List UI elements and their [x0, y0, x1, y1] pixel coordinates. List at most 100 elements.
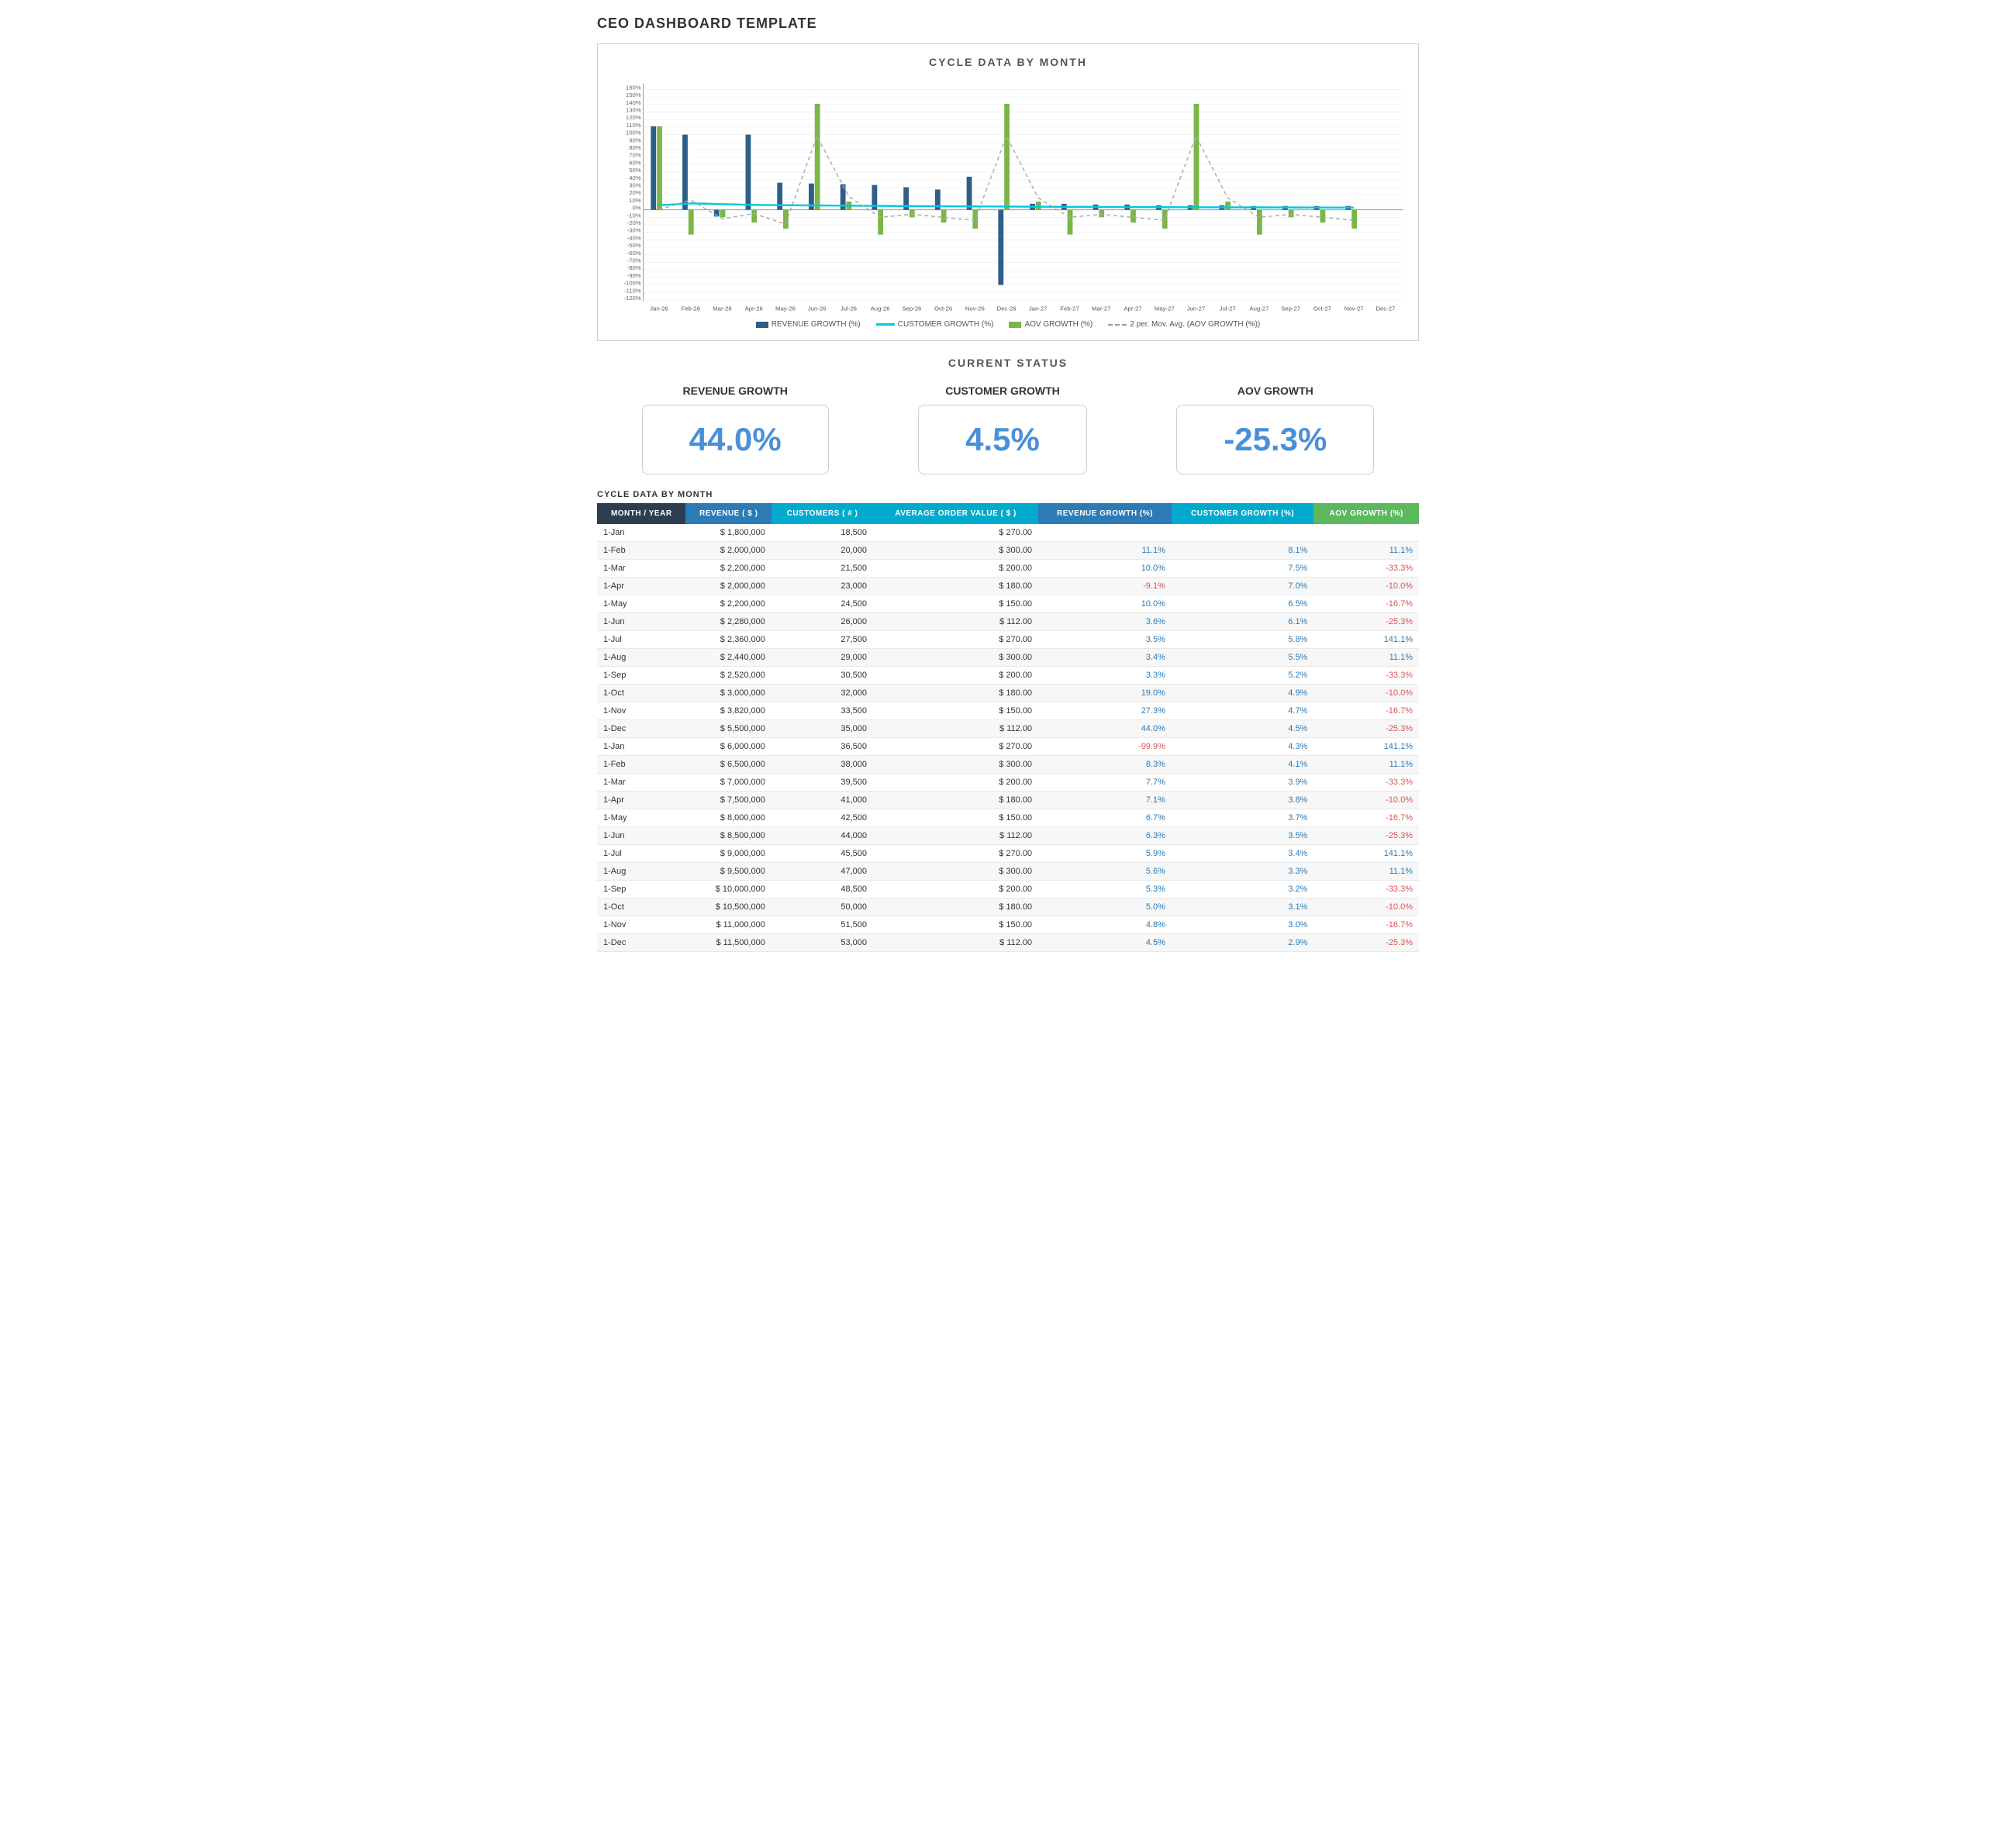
table-cell: 1-Aug	[597, 649, 685, 667]
rev-bar-may26	[746, 135, 751, 210]
table-row: 1-Feb$ 2,000,00020,000$ 300.0011.1%8.1%1…	[597, 542, 1419, 560]
rev-bar-feb26	[651, 126, 656, 210]
aov-bar-jun27	[1162, 210, 1168, 229]
table-row: 1-Aug$ 9,500,00047,000$ 300.005.6%3.3%11…	[597, 863, 1419, 881]
svg-text:Dec-27: Dec-27	[1376, 305, 1395, 312]
table-cell: 30,500	[772, 667, 873, 685]
aov-bar-dec27	[1351, 210, 1357, 229]
table-cell: $ 150.00	[873, 916, 1038, 934]
table-cell: $ 2,200,000	[685, 560, 771, 578]
svg-text:Feb-26: Feb-26	[681, 305, 700, 312]
table-cell: 5.8%	[1172, 631, 1314, 649]
table-cell: 6.3%	[1038, 827, 1172, 845]
revenue-growth-box: 44.0%	[642, 405, 829, 474]
svg-text:-40%: -40%	[627, 234, 641, 241]
table-row: 1-Jan$ 6,000,00036,500$ 270.00-99.9%4.3%…	[597, 738, 1419, 756]
aov-bar-nov26	[941, 210, 947, 222]
svg-text:Jul-26: Jul-26	[841, 305, 857, 312]
legend-customer-label: CUSTOMER GROWTH (%)	[898, 320, 994, 329]
table-row: 1-Dec$ 5,500,00035,000$ 112.0044.0%4.5%-…	[597, 720, 1419, 738]
aov-bar-jan27	[1004, 104, 1010, 210]
svg-text:130%: 130%	[626, 107, 641, 114]
table-row: 1-Nov$ 3,820,00033,500$ 150.0027.3%4.7%-…	[597, 702, 1419, 720]
table-cell: 3.2%	[1172, 881, 1314, 899]
table-cell: $ 150.00	[873, 595, 1038, 613]
revenue-growth-value: 44.0%	[689, 421, 782, 458]
svg-text:Jan-27: Jan-27	[1029, 305, 1048, 312]
svg-text:40%: 40%	[629, 174, 641, 181]
table-cell: $ 7,000,000	[685, 774, 771, 792]
table-cell: 4.5%	[1038, 934, 1172, 952]
table-cell: 5.5%	[1172, 649, 1314, 667]
cycle-data-table: MONTH / YEAR REVENUE ( $ ) CUSTOMERS ( #…	[597, 503, 1419, 952]
table-cell: $ 180.00	[873, 899, 1038, 916]
table-cell: $ 2,000,000	[685, 578, 771, 595]
svg-text:Aug-27: Aug-27	[1249, 305, 1269, 312]
table-cell: 1-Aug	[597, 863, 685, 881]
table-cell: -25.3%	[1314, 827, 1419, 845]
table-row: 1-Oct$ 10,500,00050,000$ 180.005.0%3.1%-…	[597, 899, 1419, 916]
table-cell: 7.1%	[1038, 792, 1172, 809]
table-cell: $ 180.00	[873, 685, 1038, 702]
table-cell: 5.2%	[1172, 667, 1314, 685]
table-cell: 50,000	[772, 899, 873, 916]
table-row: 1-Jun$ 2,280,00026,000$ 112.003.6%6.1%-2…	[597, 613, 1419, 631]
table-cell: $ 300.00	[873, 542, 1038, 560]
table-cell: 3.8%	[1172, 792, 1314, 809]
table-cell: 4.3%	[1172, 738, 1314, 756]
svg-text:50%: 50%	[629, 167, 641, 174]
table-cell: 141.1%	[1314, 738, 1419, 756]
svg-text:90%: 90%	[629, 136, 641, 143]
table-row: 1-Sep$ 2,520,00030,500$ 200.003.3%5.2%-3…	[597, 667, 1419, 685]
aov-bar-oct27	[1289, 210, 1294, 218]
table-cell: 1-Oct	[597, 685, 685, 702]
table-cell: $ 200.00	[873, 774, 1038, 792]
table-row: 1-Nov$ 11,000,00051,500$ 150.004.8%3.0%-…	[597, 916, 1419, 934]
table-cell: -99.9%	[1038, 738, 1172, 756]
table-cell: 24,500	[772, 595, 873, 613]
table-cell: 33,500	[772, 702, 873, 720]
table-cell: 41,000	[772, 792, 873, 809]
table-cell: 4.8%	[1038, 916, 1172, 934]
table-cell: $ 8,500,000	[685, 827, 771, 845]
table-cell: $ 3,820,000	[685, 702, 771, 720]
table-cell: $ 270.00	[873, 524, 1038, 542]
legend-aov-label: AOV GROWTH (%)	[1024, 320, 1093, 329]
table-cell: -33.3%	[1314, 667, 1419, 685]
table-cell: 5.6%	[1038, 863, 1172, 881]
svg-text:10%: 10%	[629, 197, 641, 204]
table-cell: 1-May	[597, 595, 685, 613]
table-cell: 1-Apr	[597, 578, 685, 595]
col-header-aov: AVERAGE ORDER VALUE ( $ )	[873, 503, 1038, 524]
aov-bar-oct26	[910, 210, 915, 218]
table-cell: $ 112.00	[873, 720, 1038, 738]
table-cell: 1-Feb	[597, 542, 685, 560]
table-cell: -16.7%	[1314, 702, 1419, 720]
customer-growth-value: 4.5%	[965, 421, 1040, 458]
table-cell: 7.7%	[1038, 774, 1172, 792]
svg-text:Jan-26: Jan-26	[650, 305, 668, 312]
svg-text:80%: 80%	[629, 144, 641, 151]
table-section-title: CYCLE DATA BY MONTH	[597, 490, 1419, 499]
table-cell: 1-Nov	[597, 916, 685, 934]
table-cell: $ 2,360,000	[685, 631, 771, 649]
legend-revenue: REVENUE GROWTH (%)	[756, 320, 861, 329]
table-cell: $ 200.00	[873, 881, 1038, 899]
legend-moving-avg-label: 2 per. Mov. Avg. (AOV GROWTH (%))	[1130, 320, 1260, 329]
table-cell: $ 2,440,000	[685, 649, 771, 667]
table-row: 1-Mar$ 2,200,00021,500$ 200.0010.0%7.5%-…	[597, 560, 1419, 578]
table-header-row: MONTH / YEAR REVENUE ( $ ) CUSTOMERS ( #…	[597, 503, 1419, 524]
table-cell: 44,000	[772, 827, 873, 845]
table-cell: 47,000	[772, 863, 873, 881]
svg-text:60%: 60%	[629, 159, 641, 166]
table-cell: 27,500	[772, 631, 873, 649]
col-header-cust-growth: CUSTOMER GROWTH (%)	[1172, 503, 1314, 524]
table-cell: 45,500	[772, 845, 873, 863]
aov-bar-may26	[751, 210, 757, 222]
table-cell: $ 6,500,000	[685, 756, 771, 774]
table-cell: 1-Sep	[597, 881, 685, 899]
svg-text:0%: 0%	[633, 205, 641, 212]
table-row: 1-May$ 2,200,00024,500$ 150.0010.0%6.5%-…	[597, 595, 1419, 613]
legend-aov: AOV GROWTH (%)	[1009, 320, 1093, 329]
table-cell: 39,500	[772, 774, 873, 792]
